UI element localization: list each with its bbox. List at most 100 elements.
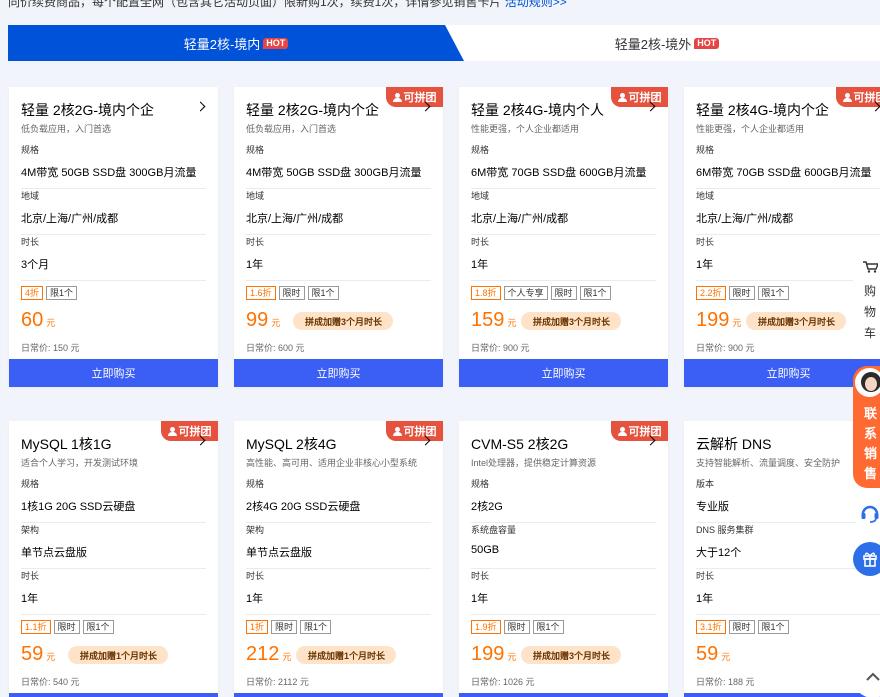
spec-label: DNS 服务集群 [696,525,754,535]
group-buy-label: 可拼团 [178,426,212,438]
spec-row: 规格 4M带宽 50GB SSD盘 300GB月流量 [246,143,431,189]
chevron-right-icon[interactable] [195,101,206,112]
product-subtitle: 低负载应用，入门首选 [21,124,112,134]
product-title[interactable]: MySQL 1核1G [21,434,112,454]
discount-tag: 4折 [21,286,44,300]
limit-tag: 限1个 [532,620,564,634]
price-value: 99 [246,309,269,331]
contact-sales-widget[interactable]: 联系销售 [853,366,880,488]
buy-now-button[interactable]: 立即购买 [234,693,443,697]
tag-list: 1.9折 限时 限1个 [471,620,564,634]
price-value: 59 [696,643,719,665]
cart-widget[interactable]: 购物车 [853,237,880,340]
buy-now-button[interactable]: 立即购买 [684,693,880,697]
gift-button[interactable] [853,542,880,576]
spec-label: 时长 [246,571,265,581]
tag-list: 1.6折 限时 限1个 [246,286,339,300]
hot-badge: HOT [263,37,289,49]
daily-price: 日常价: 540 元 [21,677,80,687]
product-title[interactable]: 轻量 2核2G-境内个企 [246,100,379,120]
group-buy-badge: 可拼团 [386,421,443,441]
spec-value: 1年 [696,259,714,271]
spec-label: 时长 [696,571,715,581]
activity-rules-link[interactable]: 活动规则>> [505,0,567,9]
product-title[interactable]: CVM-S5 2核2G [471,434,568,454]
spec-value: 北京/上海/广州/成都 [21,213,119,225]
price-unit: 元 [46,652,56,662]
daily-price: 日常价: 900 元 [696,343,755,353]
buy-now-button[interactable]: 立即购买 [459,693,668,697]
daily-price: 日常价: 1026 元 [471,677,535,687]
daily-price: 日常价: 150 元 [21,343,80,353]
spec-value: 50GB [471,544,500,556]
price: 212 元 [246,643,291,666]
buy-now-button[interactable]: 立即购买 [9,693,218,697]
daily-price: 日常价: 2112 元 [246,677,309,687]
spec-value: 6M带宽 70GB SSD盘 600GB月流量 [471,167,647,179]
spec-row: 系统盘容量 50GB [471,523,656,569]
group-icon [392,426,402,436]
product-card: 轻量 2核2G-境内个企 低负载应用，入门首选 规格 4M带宽 50GB SSD盘 3… [9,87,218,387]
hot-badge: HOT [694,37,720,49]
spec-value: 1年 [246,259,264,271]
tag-list: 1.1折 限时 限1个 [21,620,114,634]
product-subtitle: 性能更强，个人企业都适用 [471,124,580,134]
group-buy-badge: 可拼团 [611,87,668,107]
customer-service-button[interactable] [853,496,880,530]
product-title[interactable]: 轻量 2核4G-境内个企 [696,100,829,120]
price: 59 元 [696,643,730,666]
product-card: 可拼团 轻量 2核4G-境内个人 性能更强，个人企业都适用 规格 6M带宽 70GB S… [459,87,668,387]
spec-value: 单节点云盘版 [246,547,312,559]
buy-now-button[interactable]: 立即购买 [234,359,443,387]
spec-row: 架构 单节点云盘版 [21,523,206,569]
sales-avatar [855,368,880,397]
buy-now-button[interactable]: 立即购买 [459,359,668,387]
product-title[interactable]: 云解析 DNS [696,434,771,454]
product-card: 云解析 DNS 支持智能解析、流量调度、安全防护 版本 专业版 DNS 服务集群 大于12… [684,421,880,697]
spec-row: 地域 北京/上海/广州/成都 [471,189,656,235]
product-title[interactable]: 轻量 2核2G-境内个企 [21,100,154,120]
spec-row: 地域 北京/上海/广州/成都 [246,189,431,235]
spec-row: 时长 1年 [471,569,656,615]
spec-label: 时长 [696,237,715,247]
region-tabs: 轻量2核-境内 HOT 轻量2核-境外 HOT [8,25,880,61]
product-title[interactable]: MySQL 2核4G [246,434,337,454]
discount-tag: 1.9折 [471,620,501,634]
spec-label: 地域 [696,191,715,201]
product-subtitle: 低负载应用，入门首选 [246,124,337,134]
price-value: 60 [21,309,44,331]
price-unit: 元 [732,318,742,328]
price-value: 59 [21,643,44,665]
spec-value: 大于12个 [696,547,742,559]
limit-tag: 限1个 [307,286,339,300]
buy-now-button[interactable]: 立即购买 [684,359,880,387]
product-subtitle: 性能更强，个人企业都适用 [696,124,805,134]
spec-row: 规格 1核1G 20G SSD云硬盘 [21,477,206,523]
product-title[interactable]: 轻量 2核4G-境内个人 [471,100,604,120]
spec-value: 1年 [696,593,714,605]
price-unit: 元 [271,318,281,328]
daily-price: 日常价: 900 元 [471,343,530,353]
limit-tag: 限1个 [300,620,332,634]
spec-value: 1年 [471,593,489,605]
group-buy-badge: 可拼团 [161,421,218,441]
limit-tag: 限时 [728,620,755,634]
spec-row: 时长 1年 [21,569,206,615]
tab-overseas[interactable]: 轻量2核-境外 HOT [454,25,880,61]
group-icon [167,426,177,436]
discount-tag: 1.1折 [21,620,51,634]
tab-domestic[interactable]: 轻量2核-境内 HOT [8,25,464,61]
spec-value: 2核2G [471,501,503,513]
back-to-top-button[interactable] [853,658,880,697]
limit-tag: 限1个 [757,286,789,300]
price: 60 元 [21,309,55,332]
spec-value: 1年 [21,593,39,605]
buy-now-button[interactable]: 立即购买 [9,359,218,387]
limit-tag: 限1个 [82,620,114,634]
limit-tag: 限时 [550,286,577,300]
spec-value: 北京/上海/广州/成都 [471,213,569,225]
headset-icon [861,505,879,523]
spec-label: 规格 [246,479,265,489]
spec-value: 北京/上海/广州/成都 [696,213,794,225]
product-subtitle: Intel处理器，提供稳定计算资源 [471,458,597,468]
